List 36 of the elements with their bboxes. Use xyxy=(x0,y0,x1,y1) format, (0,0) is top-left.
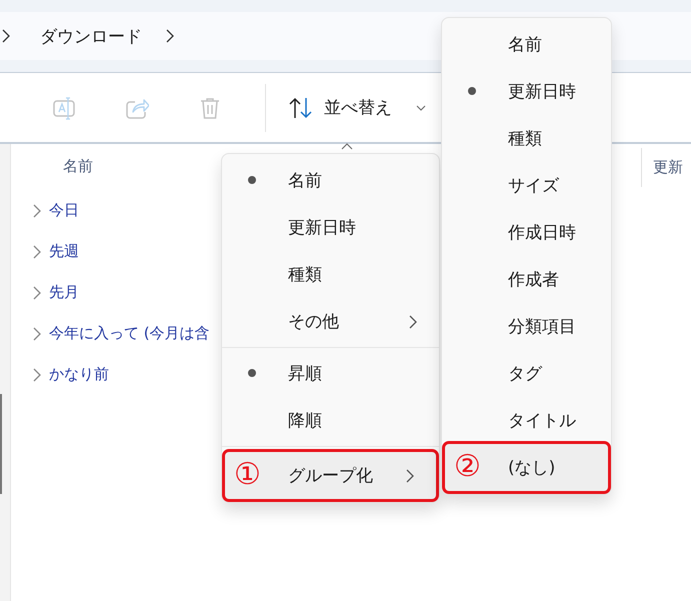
menu-item[interactable]: サイズ xyxy=(442,162,611,209)
menu-item[interactable]: ② (なし) xyxy=(445,444,608,491)
group-header[interactable]: 今日 xyxy=(49,201,79,220)
menu-item[interactable]: タグ xyxy=(442,350,611,397)
group-header[interactable]: 先月 xyxy=(49,283,79,302)
group-header[interactable]: 今年に入って (今月は含 xyxy=(49,324,210,343)
menu-item[interactable]: タイトル xyxy=(442,397,611,444)
menu-item[interactable]: その他 xyxy=(222,298,439,345)
caret-down-icon xyxy=(416,104,426,110)
menu-item[interactable]: 作成日時 xyxy=(442,209,611,256)
menu-item[interactable]: 更新日時 xyxy=(442,68,611,115)
menu-item[interactable]: 昇順 xyxy=(222,350,439,397)
column-header[interactable]: 名前 xyxy=(63,156,93,176)
menu-item[interactable]: 種類 xyxy=(442,115,611,162)
menu-item[interactable]: 種類 xyxy=(222,251,439,298)
menu-item[interactable]: 分類項目 xyxy=(442,303,611,350)
menu-item[interactable]: 名前 xyxy=(442,21,611,68)
breadcrumb[interactable]: ダウンロード xyxy=(40,20,142,52)
menu-item[interactable]: 降順 xyxy=(222,397,439,444)
group-header[interactable]: かなり前 xyxy=(49,365,109,384)
chevron-right-icon xyxy=(166,29,174,43)
menu-item[interactable]: ① グループ化 xyxy=(225,452,436,499)
step-number: ① xyxy=(234,457,261,493)
menu-item[interactable]: 更新日時 xyxy=(222,204,439,251)
group-header[interactable]: 先週 xyxy=(49,242,79,261)
caret-up-icon xyxy=(341,143,353,150)
column-header[interactable]: 更新 xyxy=(641,148,691,187)
scrollbar-thumb[interactable] xyxy=(0,394,2,494)
chevron-right-icon xyxy=(2,29,10,43)
menu-item[interactable]: 作成者 xyxy=(442,256,611,303)
trash-icon xyxy=(198,96,222,120)
step-number: ② xyxy=(454,449,481,485)
sort-arrows-icon xyxy=(288,96,314,120)
sort-button[interactable]: 並べ替え xyxy=(288,96,426,120)
rename-icon xyxy=(52,96,76,120)
menu-item[interactable]: 名前 xyxy=(222,157,439,204)
